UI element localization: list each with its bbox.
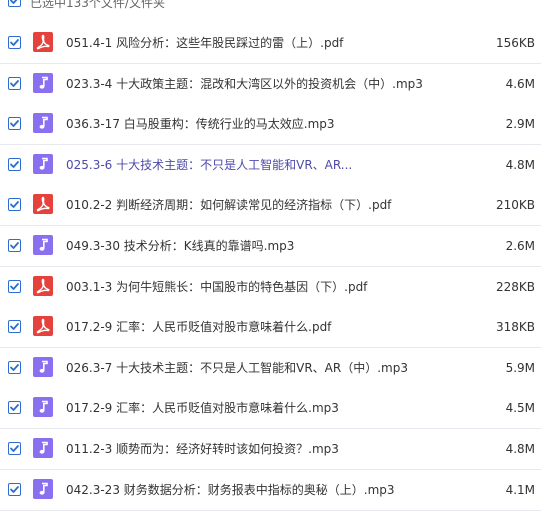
file-size: 4.6M xyxy=(505,77,535,91)
file-name[interactable]: 036.3-17 白马股重构：传统行业的马太效应.mp3 xyxy=(66,116,335,132)
file-row[interactable]: 026.3-7 十大技术主题：不只是人工智能和VR、AR（中）.mp3 5.9M xyxy=(0,348,541,389)
file-name[interactable]: 017.2-9 汇率：人民币贬值对股市意味着什么.mp3 xyxy=(66,400,339,416)
file-name[interactable]: 042.3-23 财务数据分析：财务报表中指标的奥秘（上）.mp3 xyxy=(66,482,395,498)
checkmark-icon xyxy=(10,242,19,249)
file-row[interactable]: 017.2-9 汇率：人民币贬值对股市意味着什么.pdf 318KB xyxy=(0,307,541,348)
selection-count-text: 已选中133个文件/文件夹 xyxy=(30,0,165,10)
select-all-checkbox[interactable] xyxy=(8,0,21,7)
file-row[interactable]: 049.3-30 技术分析：K线真的靠谱吗.mp3 2.6M xyxy=(0,226,541,267)
checkmark-icon xyxy=(10,80,19,87)
music-note-icon xyxy=(33,438,53,458)
checkmark-icon xyxy=(10,161,19,168)
file-row[interactable]: 010.2-2 判断经济周期：如何解读常见的经济指标（下）.pdf 210KB xyxy=(0,185,541,226)
file-size: 4.8M xyxy=(505,442,535,456)
checkmark-icon xyxy=(10,364,19,371)
file-size: 2.6M xyxy=(505,239,535,253)
music-note-icon xyxy=(33,479,53,499)
file-name[interactable]: 003.1-3 为何牛短熊长：中国股市的特色基因（下）.pdf xyxy=(66,279,367,295)
file-select-checkbox[interactable] xyxy=(8,198,21,211)
file-select-checkbox[interactable] xyxy=(8,442,21,455)
music-note-icon xyxy=(33,154,53,174)
file-select-checkbox[interactable] xyxy=(8,401,21,414)
file-select-checkbox[interactable] xyxy=(8,117,21,130)
pdf-file-icon xyxy=(33,316,53,336)
checkmark-icon xyxy=(10,486,19,493)
file-name[interactable]: 026.3-7 十大技术主题：不只是人工智能和VR、AR（中）.mp3 xyxy=(66,360,408,376)
file-row[interactable]: 023.3-4 十大政策主题：混改和大湾区以外的投资机会（中）.mp3 4.6M xyxy=(0,64,541,105)
file-name[interactable]: 017.2-9 汇率：人民币贬值对股市意味着什么.pdf xyxy=(66,319,331,335)
file-size: 2.9M xyxy=(505,117,535,131)
file-size: 5.9M xyxy=(505,361,535,375)
pdf-file-icon xyxy=(33,276,53,296)
checkmark-icon xyxy=(10,404,19,411)
music-note-icon xyxy=(33,113,53,133)
file-name[interactable]: 010.2-2 判断经济周期：如何解读常见的经济指标（下）.pdf xyxy=(66,197,391,213)
file-select-checkbox[interactable] xyxy=(8,239,21,252)
file-size: 318KB xyxy=(495,320,535,334)
file-row[interactable]: 036.3-17 白马股重构：传统行业的马太效应.mp3 2.9M xyxy=(0,104,541,145)
file-row[interactable]: 017.2-9 汇率：人民币贬值对股市意味着什么.mp3 4.5M xyxy=(0,388,541,429)
file-size: 210KB xyxy=(495,198,535,212)
file-select-checkbox[interactable] xyxy=(8,320,21,333)
file-select-checkbox[interactable] xyxy=(8,36,21,49)
file-size: 4.5M xyxy=(505,401,535,415)
music-note-icon xyxy=(33,357,53,377)
file-row[interactable]: 003.1-3 为何牛短熊长：中国股市的特色基因（下）.pdf 228KB xyxy=(0,267,541,308)
file-select-checkbox[interactable] xyxy=(8,361,21,374)
music-note-icon xyxy=(33,235,53,255)
file-name[interactable]: 025.3-6 十大技术主题：不只是人工智能和VR、AR... xyxy=(66,157,352,173)
file-row[interactable]: 011.2-3 顺势而为：经济好转时该如何投资？.mp3 4.8M xyxy=(0,429,541,470)
file-select-checkbox[interactable] xyxy=(8,77,21,90)
pdf-file-icon xyxy=(33,194,53,214)
file-select-checkbox[interactable] xyxy=(8,158,21,171)
file-name[interactable]: 011.2-3 顺势而为：经济好转时该如何投资？.mp3 xyxy=(66,441,339,457)
file-row[interactable]: 042.3-23 财务数据分析：财务报表中指标的奥秘（上）.mp3 4.1M xyxy=(0,470,541,511)
checkmark-icon xyxy=(10,445,19,452)
checkmark-icon xyxy=(10,283,19,290)
checkmark-icon xyxy=(10,323,19,330)
music-note-icon xyxy=(33,397,53,417)
selection-header: 已选中133个文件/文件夹 xyxy=(0,0,541,13)
music-note-icon xyxy=(33,73,53,93)
file-name[interactable]: 023.3-4 十大政策主题：混改和大湾区以外的投资机会（中）.mp3 xyxy=(66,76,423,92)
file-select-checkbox[interactable] xyxy=(8,280,21,293)
file-row[interactable]: 025.3-6 十大技术主题：不只是人工智能和VR、AR... 4.8M xyxy=(0,145,541,186)
file-name[interactable]: 051.4-1 风险分析：这些年股民踩过的雷（上）.pdf xyxy=(66,35,343,51)
file-size: 228KB xyxy=(495,280,535,294)
file-size: 156KB xyxy=(495,36,535,50)
pdf-file-icon xyxy=(33,32,53,52)
file-name[interactable]: 049.3-30 技术分析：K线真的靠谱吗.mp3 xyxy=(66,238,294,254)
file-select-checkbox[interactable] xyxy=(8,483,21,496)
file-row[interactable]: 051.4-1 风险分析：这些年股民踩过的雷（上）.pdf 156KB xyxy=(0,23,541,64)
checkmark-icon xyxy=(10,39,19,46)
file-size: 4.8M xyxy=(505,158,535,172)
checkmark-icon xyxy=(10,201,19,208)
checkmark-icon xyxy=(10,0,18,4)
checkmark-icon xyxy=(10,120,19,127)
file-size: 4.1M xyxy=(505,483,535,497)
